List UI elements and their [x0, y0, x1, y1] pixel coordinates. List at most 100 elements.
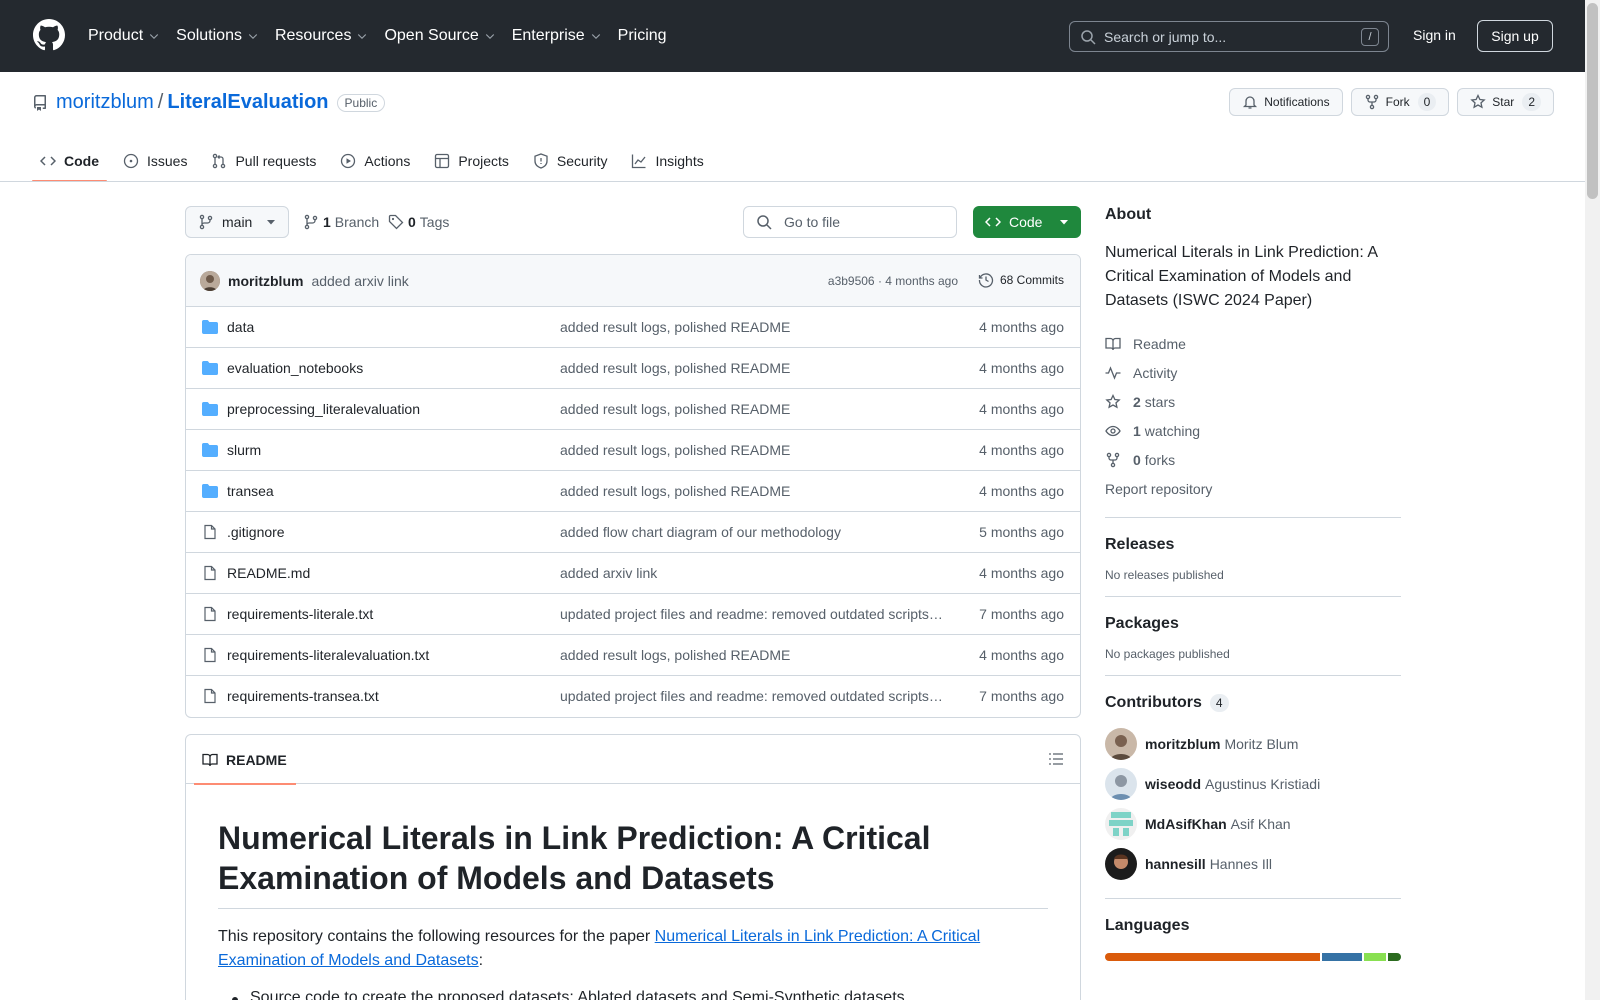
fork-icon [1106, 452, 1120, 467]
file-row[interactable]: README.md added arxiv link 4 months ago [186, 553, 1080, 594]
contributors-heading[interactable]: Contributors 4 [1105, 694, 1401, 712]
file-name-link[interactable]: requirements-literalevaluation.txt [227, 647, 429, 663]
main-nav: Product Solutions Resources Open Source … [88, 0, 683, 72]
code-dropdown-button[interactable]: Code [973, 206, 1081, 238]
contributor-item[interactable]: MdAsifKhan Asif Khan [1105, 804, 1401, 844]
packages-heading[interactable]: Packages [1105, 615, 1401, 633]
file-row[interactable]: requirements-literale.txt updated project… [186, 594, 1080, 635]
file-commit-message[interactable]: added arxiv link [560, 565, 944, 581]
nav-solutions[interactable]: Solutions [176, 27, 259, 45]
chevron-down-icon [591, 34, 600, 40]
file-commit-message[interactable]: added flow chart diagram of our methodol… [560, 524, 944, 540]
file-row[interactable]: preprocessing_literalevaluation added res… [186, 389, 1080, 430]
file-name-link[interactable]: .gitignore [227, 524, 285, 540]
stars-link[interactable]: 2 stars [1105, 387, 1401, 416]
search-input[interactable]: Search or jump to... / [1069, 21, 1389, 52]
file-row[interactable]: .gitignore added flow chart diagram of ou… [186, 512, 1080, 553]
nav-resources[interactable]: Resources [275, 27, 368, 45]
file-name-link[interactable]: preprocessing_literalevaluation [227, 401, 420, 417]
avatar[interactable] [1105, 848, 1137, 880]
contributor-item[interactable]: moritzblum Moritz Blum [1105, 724, 1401, 764]
avatar[interactable] [1105, 728, 1137, 760]
readme-link[interactable]: Readme [1105, 329, 1401, 358]
commits-history-link[interactable]: 68 Commits [978, 272, 1064, 288]
watching-label: watching [1144, 422, 1201, 439]
avatar[interactable] [1105, 768, 1137, 800]
tab-insights[interactable]: Insights [623, 140, 711, 182]
nav-open-source[interactable]: Open Source [384, 27, 495, 45]
notifications-button[interactable]: Notifications [1229, 88, 1343, 116]
file-commit-message[interactable]: added result logs, polished README [560, 483, 944, 499]
nav-pricing[interactable]: Pricing [618, 27, 667, 45]
tab-label: Security [556, 153, 608, 169]
go-to-file-input[interactable]: Go to file [743, 206, 957, 238]
file-name-link[interactable]: requirements-literale.txt [227, 606, 373, 622]
file-name-link[interactable]: data [227, 319, 254, 335]
releases-heading[interactable]: Releases [1105, 536, 1401, 554]
tab-issues[interactable]: Issues [115, 140, 195, 182]
nav-product[interactable]: Product [88, 27, 160, 45]
file-commit-message[interactable]: added result logs, polished README [560, 319, 944, 335]
forks-link[interactable]: 0 forks [1105, 445, 1401, 474]
contributor-login[interactable]: hannesill [1145, 856, 1206, 872]
contributor-item[interactable]: hannesill Hannes Ill [1105, 844, 1401, 884]
file-row[interactable]: requirements-literalevaluation.txt added … [186, 635, 1080, 676]
watchers-link[interactable]: 1 watching [1105, 416, 1401, 445]
commit-meta[interactable]: a3b9506 · 4 months ago [828, 274, 958, 288]
outline-list-icon[interactable] [1048, 751, 1064, 767]
file-commit-message[interactable]: updated project files and readme: remove… [560, 688, 944, 704]
scrollbar-thumb[interactable] [1587, 3, 1598, 199]
avatar[interactable] [1105, 808, 1137, 840]
file-commit-date: 4 months ago [979, 647, 1064, 663]
nav-label: Pricing [617, 27, 667, 44]
activity-link[interactable]: Activity [1105, 358, 1401, 387]
avatar[interactable] [200, 270, 220, 291]
commit-message-link[interactable]: added arxiv link [311, 273, 408, 289]
file-commit-message[interactable]: added result logs, polished README [560, 401, 944, 417]
tab-code[interactable]: Code [32, 140, 107, 182]
file-commit-message[interactable]: added result logs, polished README [560, 360, 944, 376]
contributor-login[interactable]: moritzblum [1145, 736, 1220, 752]
github-logo-icon[interactable] [33, 19, 65, 51]
file-commit-message[interactable]: added result logs, polished README [560, 442, 944, 458]
tab-projects[interactable]: Projects [426, 140, 517, 182]
branches-link[interactable]: 1 Branch [303, 214, 379, 230]
file-name-link[interactable]: README.md [227, 565, 310, 581]
page-scrollbar[interactable] [1585, 0, 1600, 1000]
sign-up-button[interactable]: Sign up [1477, 20, 1553, 52]
file-row[interactable]: transea added result logs, polished READM… [186, 471, 1080, 512]
file-row[interactable]: slurm added result logs, polished README 4… [186, 430, 1080, 471]
nav-enterprise[interactable]: Enterprise [512, 27, 602, 45]
contributor-item[interactable]: wiseodd Agustinus Kristiadi [1105, 764, 1401, 804]
tab-pull-requests[interactable]: Pull requests [203, 140, 324, 182]
fork-button[interactable]: Fork 0 [1350, 88, 1450, 116]
star-button[interactable]: Star 2 [1457, 88, 1554, 116]
tags-link[interactable]: 0 Tags [388, 214, 449, 230]
commit-author-link[interactable]: moritzblum [228, 273, 303, 289]
branch-selector[interactable]: main [185, 206, 289, 238]
tab-security[interactable]: Security [525, 140, 616, 182]
file-name-link[interactable]: slurm [227, 442, 261, 458]
contributor-login[interactable]: wiseodd [1145, 776, 1201, 792]
repo-name-link[interactable]: LiteralEvaluation [167, 91, 328, 114]
repo-icon [34, 94, 46, 111]
file-commit-message[interactable]: updated project files and readme: remove… [560, 606, 944, 622]
repo-owner-link[interactable]: moritzblum [56, 91, 154, 114]
sign-in-link[interactable]: Sign in [1413, 27, 1456, 43]
report-repository-link[interactable]: Report repository [1105, 474, 1401, 503]
tab-actions[interactable]: Actions [332, 140, 418, 182]
file-name-link[interactable]: requirements-transea.txt [227, 688, 379, 704]
fork-label: Fork [1385, 95, 1410, 109]
language-bar [1105, 953, 1401, 961]
file-row[interactable]: data added result logs, polished README 4 … [186, 307, 1080, 348]
readme-intro: This repository contains the following r… [218, 925, 1048, 973]
tab-label: Insights [655, 153, 704, 169]
file-row[interactable]: evaluation_notebooks added result logs, p… [186, 348, 1080, 389]
file-name-link[interactable]: transea [227, 483, 274, 499]
readme-tab[interactable]: README [194, 735, 296, 785]
file-commit-message[interactable]: added result logs, polished README [560, 647, 944, 663]
file-row[interactable]: requirements-transea.txt updated project … [186, 676, 1080, 717]
folder-icon [202, 484, 218, 498]
contributor-login[interactable]: MdAsifKhan [1145, 816, 1227, 832]
file-name-link[interactable]: evaluation_notebooks [227, 360, 363, 376]
